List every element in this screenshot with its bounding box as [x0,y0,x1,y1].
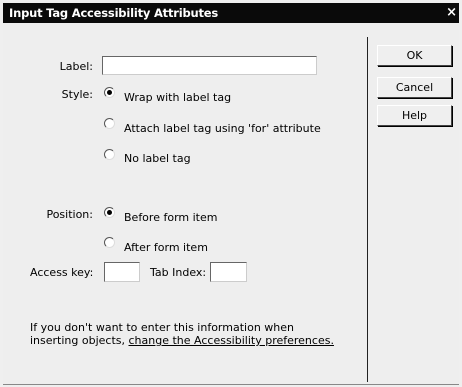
position-option-after-label[interactable]: After form item [124,241,208,254]
accessibility-preferences-link[interactable]: change the Accessibility preferences. [129,334,334,347]
style-caption: Style: [61,88,93,101]
label-caption: Label: [59,60,93,73]
tab-index-caption: Tab Index: [150,266,207,279]
style-radio-none[interactable] [104,149,115,160]
style-option-wrap-label[interactable]: Wrap with label tag [124,91,231,104]
style-option-none-label[interactable]: No label tag [124,152,191,165]
close-icon[interactable]: × [446,5,457,20]
position-caption: Position: [46,208,93,221]
style-option-attach-label[interactable]: Attach label tag using 'for' attribute [124,122,321,135]
title-bar: Input Tag Accessibility Attributes × [3,3,459,23]
tab-index-input[interactable] [210,262,247,282]
style-radio-wrap[interactable] [104,87,115,98]
position-radio-after[interactable] [104,237,115,248]
label-input[interactable] [102,56,317,75]
ok-button[interactable]: OK [377,45,452,66]
cancel-button[interactable]: Cancel [377,77,452,98]
style-radio-attach[interactable] [104,118,115,129]
footer-line-2: inserting objects, change the Accessibil… [30,334,334,347]
access-key-caption: Access key: [30,266,94,279]
divider [367,37,368,382]
position-option-before-label[interactable]: Before form item [124,211,217,224]
footer-line-1: If you don't want to enter this informat… [30,321,294,334]
dialog-title: Input Tag Accessibility Attributes [9,6,219,20]
position-radio-before[interactable] [104,207,115,218]
access-key-input[interactable] [104,262,140,282]
dialog-window: Input Tag Accessibility Attributes × Lab… [0,0,462,387]
footer-line-2-prefix: inserting objects, [30,334,129,347]
help-button[interactable]: Help [377,105,452,126]
